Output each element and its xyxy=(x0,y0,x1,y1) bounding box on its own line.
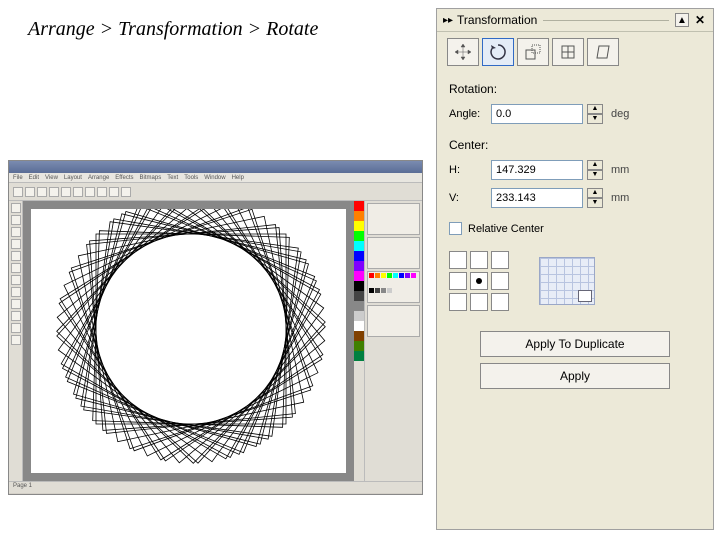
mode-skew-button[interactable] xyxy=(587,38,619,66)
tool xyxy=(11,263,21,273)
menu-item: File xyxy=(13,175,23,181)
anchor-ml[interactable] xyxy=(449,272,467,290)
menu-item: Effects xyxy=(115,175,133,181)
menu-item: Bitmaps xyxy=(140,175,162,181)
tool xyxy=(11,275,21,285)
anchor-tc[interactable] xyxy=(470,251,488,269)
mini-panel xyxy=(367,237,420,269)
thumb-menubar: File Edit View Layout Arrange Effects Bi… xyxy=(9,173,422,183)
close-icon[interactable]: ✕ xyxy=(693,13,707,27)
mini-panel xyxy=(367,203,420,235)
mode-position-button[interactable] xyxy=(447,38,479,66)
center-h-input[interactable] xyxy=(491,160,583,180)
angle-unit: deg xyxy=(611,108,641,120)
angle-spin-down[interactable]: ▼ xyxy=(587,114,603,124)
menu-item: Edit xyxy=(29,175,39,181)
anchor-preview xyxy=(539,257,595,305)
angle-spin-up[interactable]: ▲ xyxy=(587,104,603,114)
tool xyxy=(11,335,21,345)
v-label: V: xyxy=(449,192,487,204)
thumb-right-dockers xyxy=(364,201,422,481)
toolbar-button xyxy=(73,187,83,197)
mode-rotate-button[interactable] xyxy=(482,38,514,66)
toolbar-button xyxy=(13,187,23,197)
anchor-grid xyxy=(449,251,509,311)
anchor-center[interactable] xyxy=(470,272,488,290)
tool xyxy=(11,299,21,309)
center-v-input[interactable] xyxy=(491,188,583,208)
angle-input[interactable] xyxy=(491,104,583,124)
docker-title: Transformation xyxy=(457,13,537,27)
anchor-tr[interactable] xyxy=(491,251,509,269)
menu-item: Help xyxy=(232,175,244,181)
menu-item: Text xyxy=(167,175,178,181)
thumb-toolbar xyxy=(9,183,422,201)
menu-item: Window xyxy=(204,175,225,181)
apply-button[interactable]: Apply xyxy=(480,363,670,389)
relative-center-label: Relative Center xyxy=(468,223,544,235)
toolbar-button xyxy=(97,187,107,197)
tool xyxy=(11,323,21,333)
transformation-docker: ▸▸ Transformation ▲ ✕ Rotation: Angle: ▲… xyxy=(436,8,714,530)
thumb-titlebar xyxy=(9,161,422,173)
transform-mode-tabs xyxy=(437,32,713,72)
h-label: H: xyxy=(449,164,487,176)
tool xyxy=(11,287,21,297)
h-spin-down[interactable]: ▼ xyxy=(587,170,603,180)
menu-item: Layout xyxy=(64,175,82,181)
toolbar-button xyxy=(85,187,95,197)
rotation-section-label: Rotation: xyxy=(437,72,713,100)
center-section-label: Center: xyxy=(437,128,713,156)
mini-swatches xyxy=(367,271,420,303)
v-spin-down[interactable]: ▼ xyxy=(587,198,603,208)
anchor-tl[interactable] xyxy=(449,251,467,269)
tool xyxy=(11,311,21,321)
anchor-bc[interactable] xyxy=(470,293,488,311)
relative-center-checkbox[interactable] xyxy=(449,222,462,235)
header-divider xyxy=(543,20,669,21)
toolbar-button xyxy=(25,187,35,197)
thumb-statusbar: Page 1 xyxy=(9,481,422,493)
canvas-area xyxy=(23,201,354,481)
anchor-br[interactable] xyxy=(491,293,509,311)
rotated-shapes-artwork xyxy=(31,209,346,469)
toolbar-button xyxy=(37,187,47,197)
v-unit: mm xyxy=(611,192,641,204)
toolbar-button xyxy=(121,187,131,197)
color-palette-strip xyxy=(354,201,364,481)
toolbar-button xyxy=(61,187,71,197)
tool xyxy=(11,251,21,261)
tool xyxy=(11,215,21,225)
docker-header: ▸▸ Transformation ▲ ✕ xyxy=(437,9,713,32)
tool xyxy=(11,239,21,249)
toolbar-button xyxy=(49,187,59,197)
menu-item: Arrange xyxy=(88,175,109,181)
breadcrumb: Arrange > Transformation > Rotate xyxy=(28,18,318,41)
mode-scale-button[interactable] xyxy=(517,38,549,66)
app-window-thumbnail: File Edit View Layout Arrange Effects Bi… xyxy=(8,160,423,495)
h-spin-up[interactable]: ▲ xyxy=(587,160,603,170)
flyout-icon[interactable]: ▸▸ xyxy=(443,15,453,26)
apply-to-duplicate-button[interactable]: Apply To Duplicate xyxy=(480,331,670,357)
menu-item: View xyxy=(45,175,58,181)
thumb-toolbox xyxy=(9,201,23,481)
mini-panel xyxy=(367,305,420,337)
menu-item: Tools xyxy=(184,175,198,181)
canvas xyxy=(31,209,346,473)
mode-size-button[interactable] xyxy=(552,38,584,66)
h-unit: mm xyxy=(611,164,641,176)
anchor-mr[interactable] xyxy=(491,272,509,290)
tool xyxy=(11,227,21,237)
tool xyxy=(11,203,21,213)
toolbar-button xyxy=(109,187,119,197)
rollup-button[interactable]: ▲ xyxy=(675,13,689,27)
angle-label: Angle: xyxy=(449,108,487,120)
v-spin-up[interactable]: ▲ xyxy=(587,188,603,198)
anchor-bl[interactable] xyxy=(449,293,467,311)
